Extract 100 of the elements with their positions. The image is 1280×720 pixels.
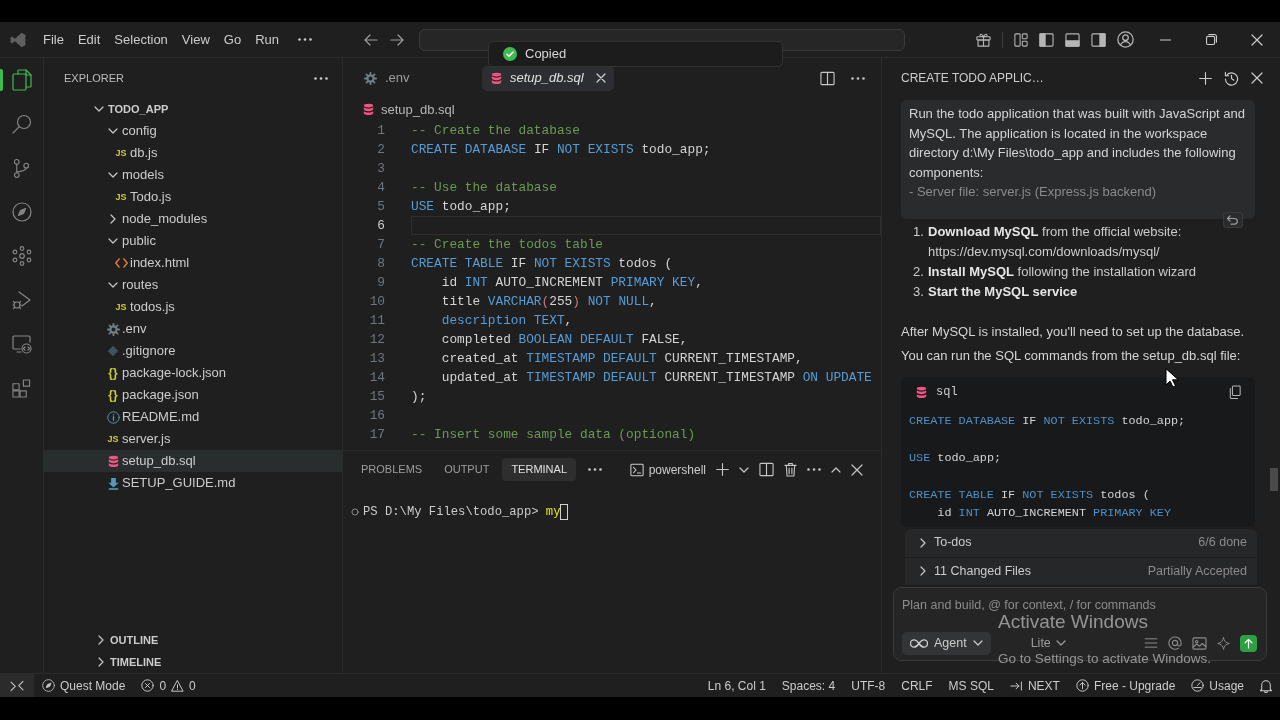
list-icon[interactable] <box>1144 638 1158 648</box>
files-icon[interactable] <box>11 69 32 91</box>
section-header[interactable]: TIMELINE <box>44 651 342 673</box>
menu-item[interactable]: Selection <box>107 27 175 52</box>
restore-icon[interactable] <box>1205 34 1217 45</box>
chevron-down-icon[interactable] <box>108 282 118 288</box>
copy-icon[interactable] <box>1229 385 1241 399</box>
tree-item[interactable]: JS Todo.js <box>44 186 342 208</box>
close-icon[interactable] <box>1251 72 1263 84</box>
menu-item[interactable]: File <box>36 27 71 52</box>
tree-item[interactable]: SETUP_GUIDE.md <box>44 472 342 494</box>
terminal-selector[interactable]: powershell <box>629 460 706 479</box>
chevron-right-icon[interactable] <box>110 214 116 224</box>
tree-item[interactable]: JS todos.js <box>44 296 342 318</box>
tree-item[interactable]: .gitignore <box>44 340 342 362</box>
compass-icon[interactable] <box>11 202 32 222</box>
sparkle-icon[interactable] <box>1217 636 1230 650</box>
panel-tab[interactable]: PROBLEMS <box>352 458 432 481</box>
tree-item[interactable]: config <box>44 120 342 142</box>
tree-item[interactable]: models <box>44 164 342 186</box>
status-item[interactable]: CRLF <box>893 674 941 697</box>
chevron-down-icon[interactable] <box>108 172 118 178</box>
model-dropdown[interactable]: Lite <box>1030 633 1066 653</box>
close-icon[interactable] <box>851 463 863 476</box>
mode-dropdown[interactable]: Agent <box>902 631 991 655</box>
more-icon[interactable] <box>588 468 602 471</box>
split-editor-icon[interactable] <box>820 70 835 86</box>
caret-icon[interactable] <box>739 466 749 473</box>
tree-item[interactable]: {} package-lock.json <box>44 362 342 384</box>
nodes-icon[interactable] <box>11 246 32 266</box>
status-item[interactable]: Ln 6, Col 1 <box>699 674 774 697</box>
tree-root[interactable]: TODO_APP <box>44 98 342 120</box>
gift-icon[interactable] <box>976 32 991 47</box>
editor-tab[interactable]: .env <box>355 65 470 91</box>
split-terminal-icon[interactable] <box>759 462 774 477</box>
tree-item[interactable]: .env <box>44 318 342 340</box>
tree-item[interactable]: index.html <box>44 252 342 274</box>
panel-bottom-icon[interactable] <box>1065 32 1080 47</box>
tree-item[interactable]: {} package.json <box>44 384 342 406</box>
account-icon[interactable] <box>1117 31 1134 48</box>
more-icon[interactable] <box>298 38 312 41</box>
status-item[interactable]: Quest Mode <box>34 674 134 697</box>
history-icon[interactable] <box>1224 70 1239 86</box>
plus-icon[interactable] <box>716 463 729 476</box>
more-icon[interactable] <box>314 76 328 80</box>
chevrons-icon[interactable] <box>10 679 24 692</box>
tree-item[interactable]: JS server.js <box>44 428 342 450</box>
extensions-icon[interactable] <box>12 378 31 398</box>
scrollbar-thumb[interactable] <box>1270 468 1278 491</box>
bell-icon[interactable] <box>1260 678 1272 693</box>
at-sign-icon[interactable] <box>1168 636 1182 650</box>
close-icon[interactable] <box>595 73 606 83</box>
menu-item[interactable]: Run <box>248 27 286 52</box>
plus-icon[interactable] <box>1199 71 1212 85</box>
undo-icon[interactable] <box>1223 211 1243 228</box>
tree-item[interactable]: routes <box>44 274 342 296</box>
minimize-icon[interactable] <box>1159 38 1171 41</box>
menu-item[interactable]: View <box>174 27 217 52</box>
monitor-icon[interactable] <box>11 334 32 354</box>
editor-tab[interactable]: setup_db.sql <box>482 65 614 91</box>
status-item[interactable]: Spaces: 4 <box>773 674 844 697</box>
layout-icon[interactable] <box>1014 32 1028 47</box>
tree-item[interactable]: node_modules <box>44 208 342 230</box>
panel-tab[interactable]: OUTPUT <box>435 458 499 481</box>
status-item[interactable]: MS SQL <box>940 674 1002 697</box>
run-debug-icon[interactable] <box>11 290 32 310</box>
chevron-down-icon[interactable] <box>94 106 104 112</box>
forward-arrow-icon[interactable] <box>390 33 404 46</box>
tree-item[interactable]: README.md <box>44 406 342 428</box>
more-icon[interactable] <box>851 76 865 80</box>
close-icon[interactable] <box>1251 33 1263 46</box>
problems-status[interactable]: 0 0 <box>133 674 204 697</box>
breadcrumb[interactable]: setup_db.sql <box>381 99 455 120</box>
tree-item[interactable]: JS db.js <box>44 142 342 164</box>
sidebar-left-icon[interactable] <box>1039 32 1054 47</box>
chevron-up-icon[interactable] <box>831 466 841 473</box>
chevron-right-icon[interactable] <box>98 635 104 645</box>
menu-item[interactable]: Go <box>216 27 249 52</box>
summary-row[interactable]: 11 Changed Files Partially Accepted <box>905 556 1257 585</box>
chevron-right-icon[interactable] <box>98 657 104 667</box>
chevron-down-icon[interactable] <box>108 238 118 244</box>
back-arrow-icon[interactable] <box>364 33 378 46</box>
section-header[interactable]: OUTLINE <box>44 629 342 651</box>
sidebar-right-icon[interactable] <box>1091 32 1106 47</box>
tree-item[interactable]: setup_db.sql <box>44 450 342 472</box>
search-icon[interactable] <box>11 114 32 134</box>
menu-item[interactable]: Edit <box>70 27 108 52</box>
status-item[interactable]: Free - Upgrade <box>1067 674 1184 697</box>
panel-tab[interactable]: TERMINAL <box>502 458 576 481</box>
source-control-icon[interactable] <box>13 157 30 179</box>
status-item[interactable]: NEXT <box>1001 674 1068 697</box>
status-item[interactable]: UTF-8 <box>843 674 894 697</box>
image-icon[interactable] <box>1192 636 1207 650</box>
trash-icon[interactable] <box>784 462 797 477</box>
send-button[interactable] <box>1240 634 1257 652</box>
chevron-down-icon[interactable] <box>108 128 118 134</box>
tree-item[interactable]: public <box>44 230 342 252</box>
status-item[interactable]: Usage <box>1183 674 1252 697</box>
more-icon[interactable] <box>807 468 821 471</box>
summary-row[interactable]: To-dos 6/6 done <box>905 528 1257 557</box>
